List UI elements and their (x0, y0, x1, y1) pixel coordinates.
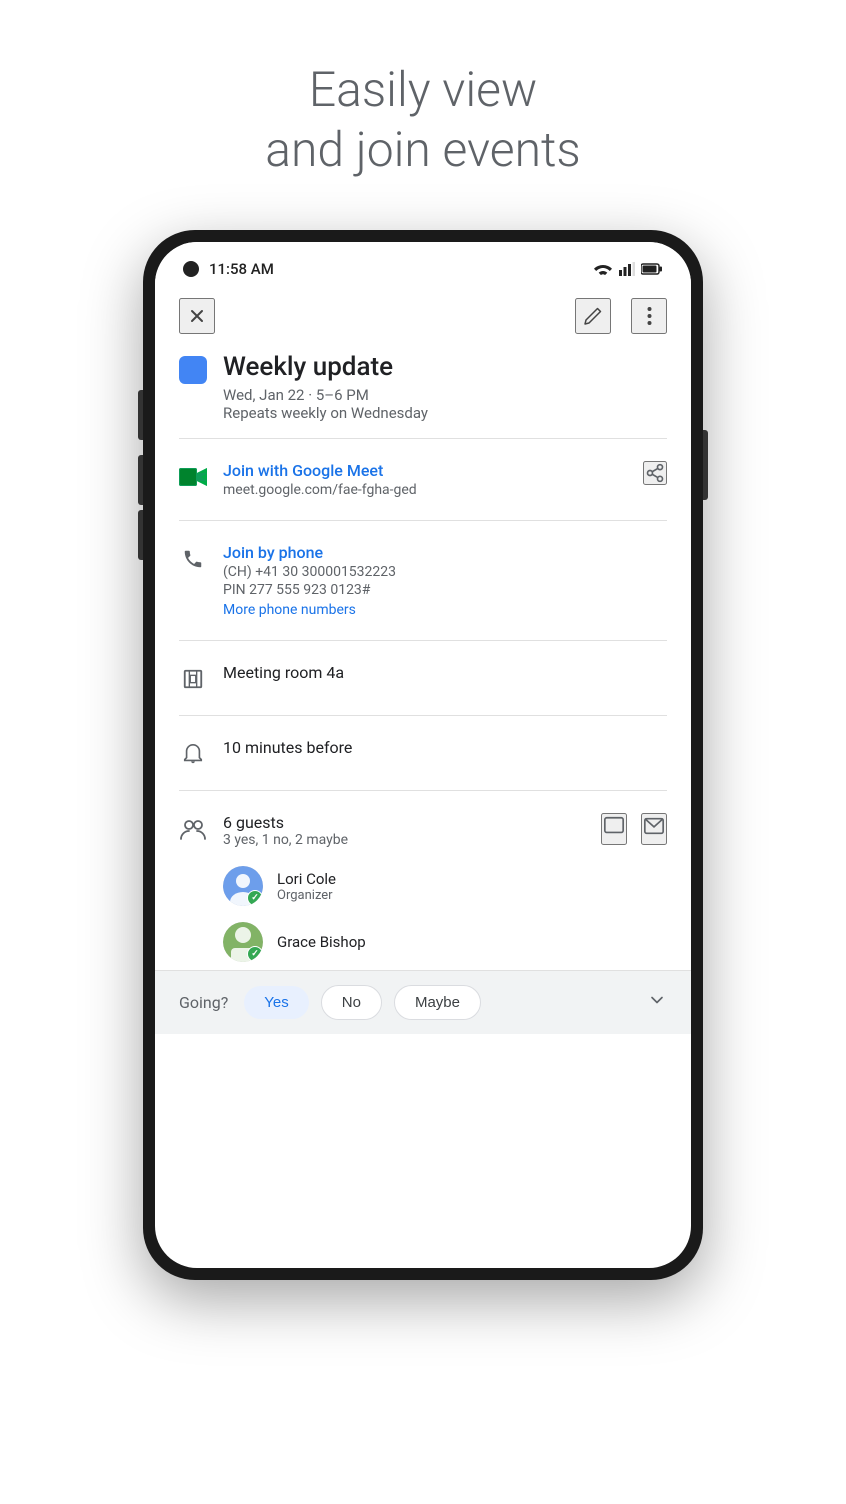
toolbar-left (179, 298, 215, 334)
guests-count: 6 guests (223, 813, 585, 832)
header-text: Easily view and join events (265, 60, 581, 180)
reminder-row: 10 minutes before (179, 728, 667, 778)
join-by-phone-link[interactable]: Join by phone (223, 543, 667, 562)
event-content: Weekly update Wed, Jan 22 · 5–6 PM Repea… (155, 344, 691, 970)
guest-avatar-lori: ✓ (223, 866, 263, 906)
phone-number: (CH) +41 30 300001532223 (223, 564, 667, 580)
email-guests-button[interactable] (641, 813, 667, 845)
phone-info: Join by phone (CH) +41 30 300001532223 P… (223, 543, 667, 618)
wifi-icon (593, 262, 613, 276)
status-bar-left: 11:58 AM (183, 260, 274, 278)
guest-name-grace: Grace Bishop (277, 933, 366, 951)
divider-3 (179, 640, 667, 641)
page-header: Easily view and join events (265, 60, 581, 180)
guests-info: 6 guests 3 yes, 1 no, 2 maybe (223, 813, 585, 848)
rsvp-yes-button[interactable]: Yes (244, 986, 308, 1019)
guest-name-info: Lori Cole Organizer (277, 870, 336, 903)
meet-info: Join with Google Meet meet.google.com/fa… (223, 461, 627, 498)
close-button[interactable] (179, 298, 215, 334)
location-row: Meeting room 4a (179, 653, 667, 703)
share-icon (645, 463, 665, 483)
meet-link[interactable]: Join with Google Meet (223, 461, 627, 480)
guests-summary: 3 yes, 1 no, 2 maybe (223, 832, 585, 848)
divider-5 (179, 790, 667, 791)
camera-dot (183, 261, 199, 277)
message-guests-button[interactable] (601, 813, 627, 845)
event-title-info: Weekly update Wed, Jan 22 · 5–6 PM Repea… (223, 352, 428, 422)
event-repeat: Repeats weekly on Wednesday (223, 404, 428, 422)
app-toolbar (155, 288, 691, 344)
phone-row: Join by phone (CH) +41 30 300001532223 P… (179, 533, 667, 628)
event-title-row: Weekly update Wed, Jan 22 · 5–6 PM Repea… (179, 352, 667, 422)
guests-actions (601, 813, 667, 845)
signal-icon (619, 262, 635, 276)
more-phone-numbers[interactable]: More phone numbers (223, 602, 667, 618)
phone-icon (179, 545, 207, 573)
share-button[interactable] (643, 461, 667, 485)
status-icons (593, 262, 663, 276)
divider-1 (179, 438, 667, 439)
more-button[interactable] (631, 298, 667, 334)
message-icon (603, 815, 625, 837)
edit-icon (583, 306, 603, 326)
guests-row: 6 guests 3 yes, 1 no, 2 maybe (179, 803, 667, 858)
avatar-badge-grace: ✓ (247, 946, 263, 962)
divider-4 (179, 715, 667, 716)
guest-item: ✓ Lori Cole Organizer (179, 858, 667, 914)
location-info: Meeting room 4a (223, 663, 667, 682)
close-icon (187, 306, 207, 326)
going-label: Going? (179, 993, 228, 1012)
phone-shell: 11:58 AM (143, 230, 703, 1280)
location-icon (179, 665, 207, 693)
phone-pin: PIN 277 555 923 0123# (223, 582, 667, 598)
event-color-indicator (179, 356, 207, 384)
meet-icon (179, 463, 207, 491)
guest-name-info-grace: Grace Bishop (277, 933, 366, 951)
guests-icon (179, 815, 207, 843)
rsvp-no-button[interactable]: No (321, 985, 382, 1020)
guest-role-lori: Organizer (277, 888, 336, 903)
guest-item: ✓ Grace Bishop (179, 914, 667, 970)
reminder-label: 10 minutes before (223, 738, 667, 757)
guest-avatar-grace: ✓ (223, 922, 263, 962)
google-meet-row: Join with Google Meet meet.google.com/fa… (179, 451, 667, 508)
toolbar-right (575, 298, 667, 334)
rsvp-chevron-icon[interactable] (647, 990, 667, 1016)
more-icon (647, 306, 652, 326)
rsvp-maybe-button[interactable]: Maybe (394, 985, 481, 1020)
status-time: 11:58 AM (209, 260, 274, 278)
reminder-icon (179, 740, 207, 768)
event-title: Weekly update (223, 352, 428, 382)
battery-icon (641, 263, 663, 275)
status-bar: 11:58 AM (155, 242, 691, 288)
avatar-badge-lori: ✓ (247, 890, 263, 906)
divider-2 (179, 520, 667, 521)
reminder-info: 10 minutes before (223, 738, 667, 757)
phone-screen: 11:58 AM (155, 242, 691, 1268)
email-icon (643, 815, 665, 837)
guest-name-lori: Lori Cole (277, 870, 336, 888)
bottom-bar: Going? Yes No Maybe (155, 970, 691, 1034)
meet-url: meet.google.com/fae-fgha-ged (223, 482, 627, 498)
event-date: Wed, Jan 22 · 5–6 PM (223, 386, 428, 404)
location-label: Meeting room 4a (223, 663, 667, 682)
edit-button[interactable] (575, 298, 611, 334)
